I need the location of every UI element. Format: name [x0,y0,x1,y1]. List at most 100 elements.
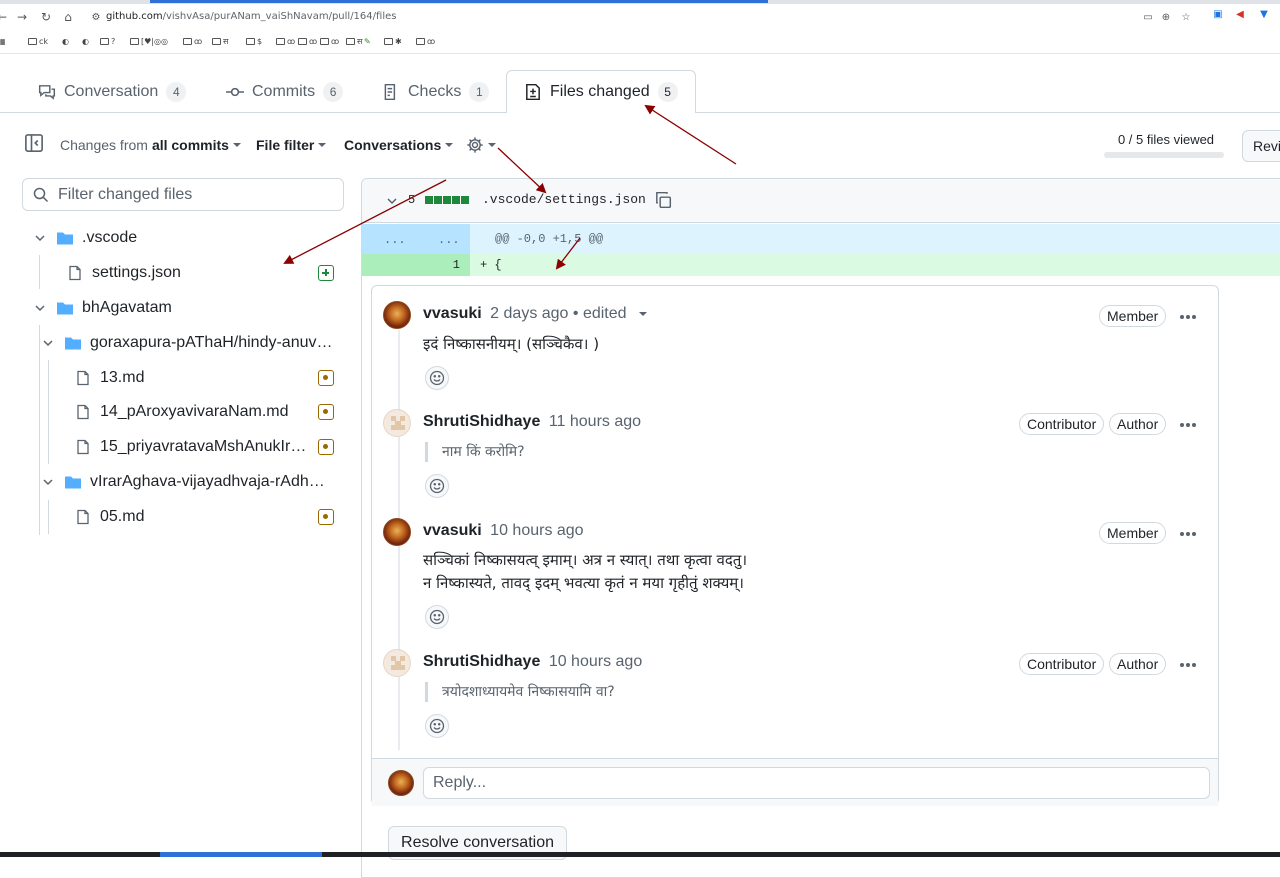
chevron-down-icon [232,143,241,147]
hunk-header-text: @@ -0,0 +1,5 @@ [495,232,604,246]
file-filter-dropdown[interactable]: File filter [256,136,327,154]
bookmark-star-icon[interactable]: ☆ [1180,12,1192,24]
edited-history-dropdown[interactable]: • edited [573,305,627,322]
comment-time[interactable]: 2 days ago [490,305,568,322]
comment-time[interactable]: 11 hours ago [549,413,641,430]
chevron-down-icon[interactable] [639,312,647,316]
tab-counter: 5 [657,82,678,102]
bookmark-folder[interactable]: स [212,35,228,49]
chevron-down-icon [35,305,45,312]
comment-quote: नाम किं करोमि? [425,442,525,462]
bookmark-folder[interactable]: ✱ [384,35,402,49]
reload-icon[interactable]: ↻ [38,9,54,25]
kebab-menu-icon[interactable] [1178,532,1198,536]
avatar[interactable] [383,649,411,677]
apps-icon[interactable]: ▦ [0,35,6,49]
file-diff-icon [526,83,540,101]
chevron-down-icon [318,143,327,147]
reply-input[interactable]: Reply... [423,767,1210,799]
zoom-icon[interactable]: ⊕ [1160,12,1172,24]
bookmark-folder[interactable]: ꝏ [320,35,339,49]
back-icon[interactable]: ← [0,9,10,25]
bookmark-folder[interactable]: ꝏ [298,35,317,49]
tree-folder-viraraghava[interactable]: vIrarAghava-vijayadhvaja-rAdhA… [22,467,344,497]
copy-icon[interactable] [654,191,672,209]
tree-folder-vscode[interactable]: .vscode [22,223,344,253]
bookmark-folder[interactable]: ꝏ [183,35,202,49]
comment-author[interactable]: ShrutiShidhaye [423,653,540,670]
conversations-dropdown[interactable]: Conversations [344,136,454,154]
tree-label: .vscode [82,229,138,246]
add-reaction-button[interactable] [425,714,449,738]
bookmark-folder[interactable]: [♥|◎◎ [130,35,168,49]
avatar[interactable] [383,518,411,546]
tab-checks[interactable]: Checks 1 [382,78,490,106]
comment-author[interactable]: ShrutiShidhaye [423,413,540,430]
filter-changed-files-input[interactable]: Filter changed files [22,178,344,211]
sidebar-toggle-icon[interactable] [24,133,44,153]
kebab-menu-icon[interactable] [1178,315,1198,319]
tree-label: 13.md [100,369,145,386]
smiley-icon [429,609,445,625]
avatar[interactable] [383,409,411,437]
chevron-down-icon [43,340,53,347]
file-modified-icon [318,509,334,525]
folder-icon [57,302,73,315]
bookmark-icon[interactable]: ✎ [364,35,371,49]
url-text: github.com/vishvAsa/purANam_vaiShNavam/p… [106,11,397,22]
tree-file-14-md[interactable]: 14_pAroxyavivaraNam.md [22,397,344,427]
gear-icon [467,137,483,153]
add-reaction-button[interactable] [425,474,449,498]
hunk-left-marker[interactable]: ... [384,233,406,247]
member-badge: Member [1099,305,1167,327]
tree-file-13-md[interactable]: 13.md [22,363,344,393]
chevron-down-icon [35,235,45,242]
site-info-icon[interactable]: ⚙ [90,12,102,24]
url-field[interactable]: ⚙ github.com/vishvAsa/purANam_vaiShNavam… [86,7,1202,29]
tab-label: Conversation [64,83,159,100]
profile-extension-icon[interactable]: ▼ [1258,9,1270,21]
chevron-down-icon[interactable] [384,193,400,209]
bookmark-folder[interactable]: स [346,35,362,49]
translate-extension-icon[interactable]: ▣ [1212,9,1224,21]
tree-file-05-md[interactable]: 05.md [22,502,344,532]
tree-file-15-md[interactable]: 15_priyavratavaMshAnukIr… [22,432,344,462]
tree-folder-goraxapura[interactable]: goraxapura-pAThaH/hindy-anuv… [22,328,344,358]
forward-icon[interactable]: → [14,9,30,25]
bookmark-folder[interactable]: ꝏ [276,35,295,49]
bookmark-icon[interactable]: ◐ [82,35,89,49]
avatar[interactable] [383,301,411,329]
bookmark-folder[interactable]: $ [246,35,262,49]
tab-label: Checks [408,83,462,100]
comment-author[interactable]: vvasuki [423,305,482,322]
add-reaction-button[interactable] [425,366,449,390]
tree-file-settings-json[interactable]: settings.json [22,258,344,288]
home-icon[interactable]: ⌂ [60,9,76,25]
cast-icon[interactable]: ▭ [1142,12,1154,24]
comment-time[interactable]: 10 hours ago [490,522,583,539]
tab-files-changed[interactable]: Files changed 5 [506,70,696,113]
kebab-menu-icon[interactable] [1178,663,1198,667]
comment-author[interactable]: vvasuki [423,522,482,539]
add-reaction-button[interactable] [425,605,449,629]
chevron-down-icon [445,143,454,147]
line-number[interactable]: 1 [362,258,460,272]
bookmark-folder[interactable]: ? [100,35,115,49]
tab-commits[interactable]: Commits 6 [226,78,344,106]
review-changes-button[interactable]: Revi [1242,130,1280,162]
files-viewed-progress [1104,152,1224,158]
comment-time[interactable]: 10 hours ago [549,653,642,670]
file-path-link[interactable]: .vscode/settings.json [482,192,646,207]
changes-from-dropdown[interactable]: Changes from all commits [60,136,241,154]
code-line: + { [480,258,502,272]
file-filter-label: File filter [256,137,315,153]
extension-icon[interactable]: ◀ [1234,9,1246,21]
bookmark-icon[interactable]: ◐ [62,35,69,49]
kebab-menu-icon[interactable] [1178,423,1198,427]
hunk-right-marker[interactable]: ... [438,233,460,247]
bookmark-folder[interactable]: ck [28,35,48,49]
bookmark-folder[interactable]: ꝏ [416,35,435,49]
diff-settings-dropdown[interactable] [466,136,496,154]
tab-conversation[interactable]: Conversation 4 [38,78,187,106]
tree-folder-bhagavatam[interactable]: bhAgavatam [22,293,344,323]
